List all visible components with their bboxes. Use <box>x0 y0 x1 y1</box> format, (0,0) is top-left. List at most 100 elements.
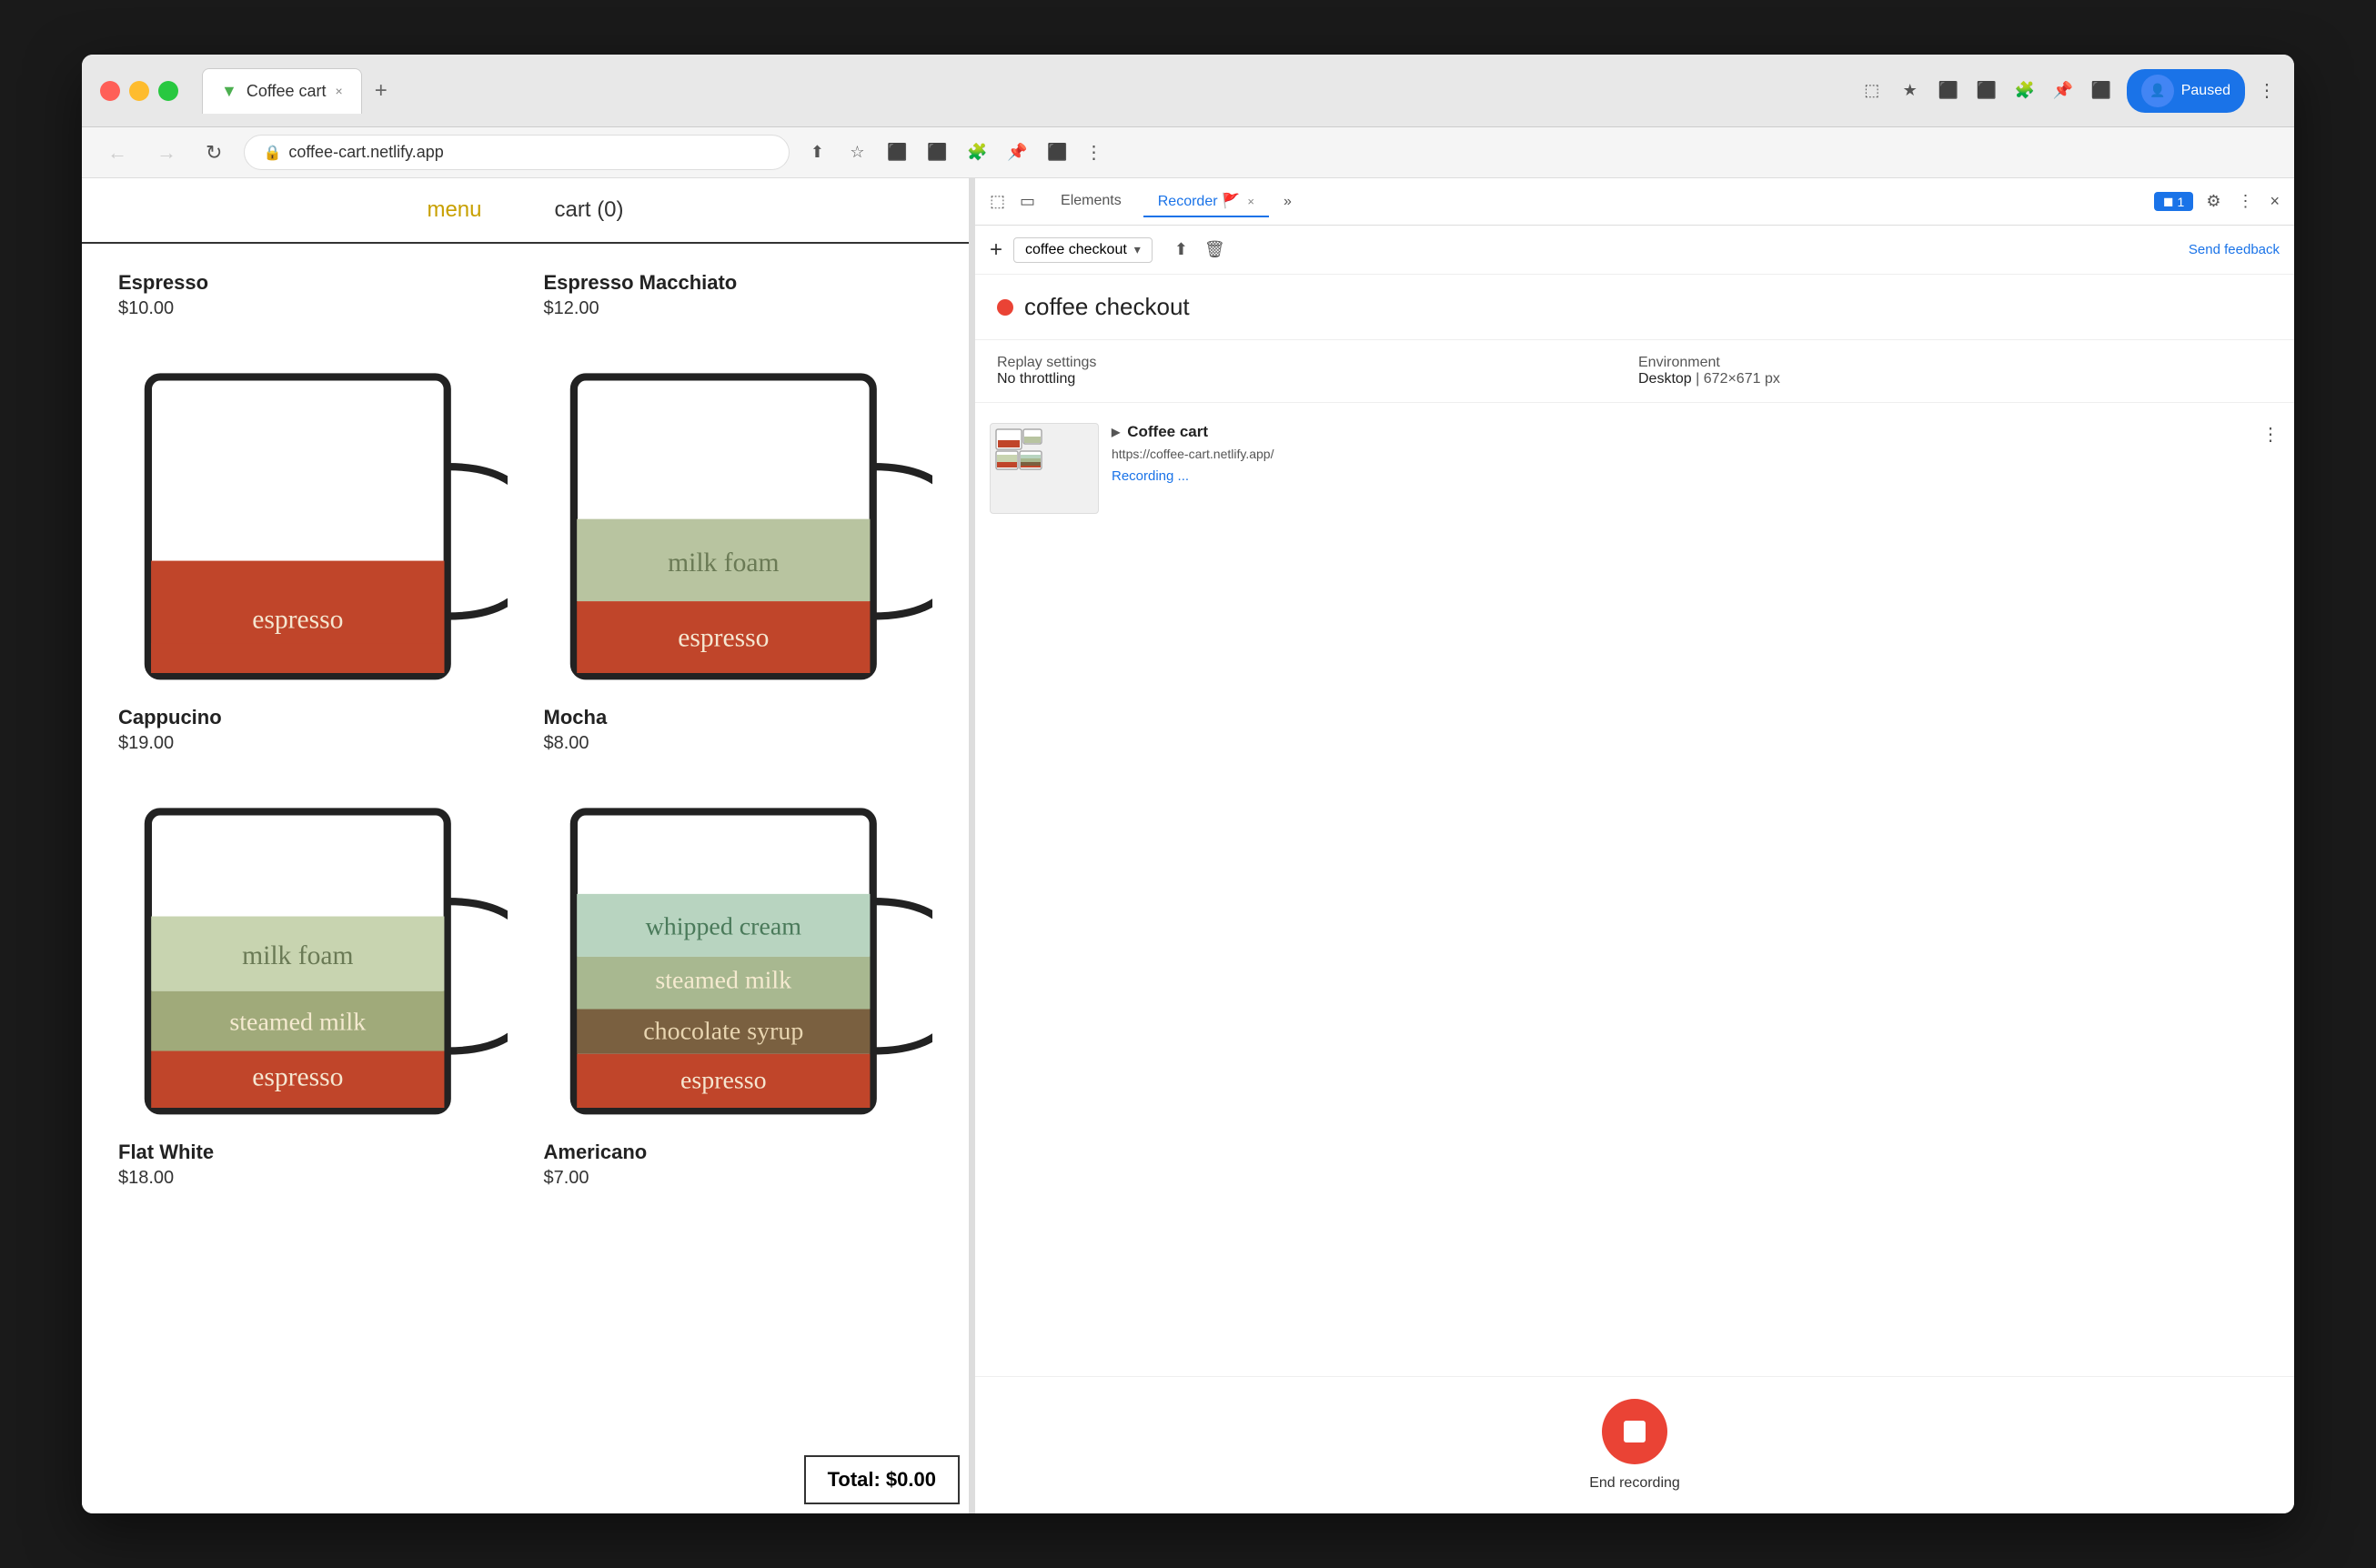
forward-button[interactable]: → <box>149 137 184 168</box>
ext-pin-icon[interactable]: 📌 <box>1004 140 1030 166</box>
devtools-more-tabs[interactable]: » <box>1276 190 1299 214</box>
recorder-tab-close[interactable]: × <box>1247 195 1254 208</box>
recording-title-section: coffee checkout <box>975 275 2294 340</box>
url-text: coffee-cart.netlify.app <box>288 143 443 162</box>
recording-more-menu[interactable]: ⋮ <box>2261 423 2280 446</box>
paused-label: Paused <box>2181 83 2230 99</box>
svg-text:espresso: espresso <box>678 623 769 652</box>
send-feedback-link[interactable]: Send feedback <box>2189 242 2280 257</box>
extension-icon-3[interactable]: ⬛ <box>1936 78 1961 104</box>
export-recording-button[interactable]: ⬆ <box>1171 236 1192 263</box>
devtools-panel: ⬚ ▭ Elements Recorder 🚩 × » ◼ 1 ⚙ ⋮ × <box>975 178 2294 1513</box>
grid-icon[interactable]: ⬛ <box>884 140 910 166</box>
recording-status-text: Recording ... <box>1112 468 2249 484</box>
devtools-kebab-menu[interactable]: ⋮ <box>2233 188 2257 215</box>
recording-list-item[interactable]: ▶ Coffee cart https://coffee-cart.netlif… <box>975 414 2294 523</box>
devtools-tab-elements[interactable]: Elements <box>1046 187 1136 216</box>
new-tab-button[interactable]: + <box>366 78 397 104</box>
cappucino-cup: milk foam steamed milk espresso <box>118 765 508 1172</box>
tab-close-button[interactable]: × <box>336 84 343 98</box>
chat-badge[interactable]: ◼ 1 <box>2154 192 2193 211</box>
recording-indicator-dot <box>997 299 1013 316</box>
macchiato-name: Espresso Macchiato <box>544 271 933 295</box>
coffee-item-mocha[interactable]: Mocha $8.00 <box>544 706 933 1113</box>
end-recording-section: End recording <box>975 1376 2294 1513</box>
extension-icon-6[interactable]: 📌 <box>2050 78 2076 104</box>
selected-recording-name: coffee checkout <box>1025 242 1127 258</box>
share-icon[interactable]: ⬆ <box>804 140 830 166</box>
total-box: Total: $0.00 <box>804 1455 960 1504</box>
flatwhite-name: Flat White <box>118 1141 508 1164</box>
address-bar[interactable]: 🔒 coffee-cart.netlify.app <box>244 135 790 170</box>
no-throttling-value: No throttling <box>997 371 1631 387</box>
refresh-button[interactable]: ↻ <box>198 137 229 168</box>
devtools-cursor-icon[interactable]: ⬚ <box>986 188 1009 215</box>
ext-puzzle-icon[interactable]: 🧩 <box>964 140 990 166</box>
svg-text:espresso: espresso <box>252 606 343 635</box>
coffee-item-espresso[interactable]: Espresso $10.00 <box>118 271 508 678</box>
espresso-name: Espresso <box>118 271 508 295</box>
nav-menu-item[interactable]: menu <box>427 190 481 230</box>
user-avatar: 👤 <box>2141 75 2174 107</box>
devtools-settings-icon[interactable]: ⚙ <box>2202 188 2224 215</box>
recording-thumbnail <box>990 423 1099 514</box>
star-icon[interactable]: ☆ <box>844 140 870 166</box>
espresso-price: $10.00 <box>118 298 508 319</box>
chat-count: 1 <box>2178 195 2185 209</box>
svg-text:steamed milk: steamed milk <box>655 967 791 995</box>
profile-icon[interactable]: ⬛ <box>924 140 950 166</box>
mocha-name: Mocha <box>544 706 933 729</box>
coffee-menu-wrapper: Espresso $10.00 <box>82 244 969 1513</box>
stop-recording-button[interactable] <box>1602 1399 1667 1464</box>
traffic-lights <box>100 81 178 101</box>
close-button[interactable] <box>100 81 120 101</box>
chat-icon: ◼ <box>2163 194 2174 209</box>
coffee-item-americano[interactable]: Americano $7.00 <box>544 1141 933 1200</box>
macchiato-price: $12.00 <box>544 298 933 319</box>
delete-recording-button[interactable]: 🗑 <box>1201 236 1229 263</box>
extension-icon-1[interactable]: ⬚ <box>1859 78 1885 104</box>
devtools-tab-recorder[interactable]: Recorder 🚩 × <box>1143 186 1269 217</box>
replay-settings-section: Replay settings No throttling Environmen… <box>975 340 2294 403</box>
paused-badge[interactable]: 👤 Paused <box>2127 69 2245 113</box>
devtools-right-actions: ◼ 1 ⚙ ⋮ × <box>2154 188 2283 215</box>
expand-icon[interactable]: ▶ <box>1112 426 1120 438</box>
devtools-close-button[interactable]: × <box>2266 188 2283 215</box>
svg-text:espresso: espresso <box>680 1067 766 1095</box>
back-button[interactable]: ← <box>100 137 135 168</box>
replay-settings-label: Replay settings <box>997 355 1631 371</box>
desktop-value: Desktop <box>1638 371 1692 387</box>
flatwhite-price: $18.00 <box>118 1168 508 1189</box>
maximize-button[interactable] <box>158 81 178 101</box>
active-tab[interactable]: ▼ Coffee cart × <box>202 68 362 114</box>
coffee-item-macchiato[interactable]: Espresso Macchiato $12.00 milk foam espr… <box>544 271 933 678</box>
cappucino-price: $19.00 <box>118 733 508 754</box>
lock-icon: 🔒 <box>263 144 281 162</box>
ext-extra-icon[interactable]: ⬛ <box>1044 140 1070 166</box>
minimize-button[interactable] <box>129 81 149 101</box>
browser-menu-icon[interactable]: ⋮ <box>2258 79 2276 102</box>
coffee-item-cappucino[interactable]: Cappucino $19.00 milk foam <box>118 706 508 1113</box>
americano-price: $7.00 <box>544 1168 933 1189</box>
extensions-area: ⬚ ★ ⬛ ⬛ 🧩 📌 ⬛ 👤 Paused ⋮ <box>1859 69 2276 113</box>
recording-item-url: https://coffee-cart.netlify.app/ <box>1112 447 2249 461</box>
extension-icon-7[interactable]: ⬛ <box>2089 78 2114 104</box>
environment-label: Environment <box>1638 355 2272 371</box>
svg-text:milk foam: milk foam <box>668 548 779 578</box>
thumb-cell-1 <box>994 427 1045 471</box>
coffee-item-flatwhite[interactable]: Flat White $18.00 <box>118 1141 508 1200</box>
recording-selector[interactable]: coffee checkout ▾ <box>1013 237 1153 263</box>
tab-favicon: ▼ <box>221 82 237 101</box>
extension-icon-2[interactable]: ★ <box>1898 78 1923 104</box>
extension-icon-4[interactable]: ⬛ <box>1974 78 1999 104</box>
extension-icon-5[interactable]: 🧩 <box>2012 78 2038 104</box>
coffee-app: menu cart (0) Espresso $10.00 <box>82 178 970 1513</box>
add-recording-button[interactable]: + <box>990 237 1002 263</box>
nav-menu-icon[interactable]: ⋮ <box>1084 141 1102 164</box>
devtools-mobile-icon[interactable]: ▭ <box>1016 188 1039 215</box>
recorder-header: + coffee checkout ▾ ⬆ 🗑 Send feedback <box>975 226 2294 275</box>
svg-text:espresso: espresso <box>252 1063 343 1092</box>
content-area: menu cart (0) Espresso $10.00 <box>82 178 2294 1513</box>
recorder-header-actions: ⬆ 🗑 <box>1171 236 1229 263</box>
nav-cart-item[interactable]: cart (0) <box>555 190 624 230</box>
